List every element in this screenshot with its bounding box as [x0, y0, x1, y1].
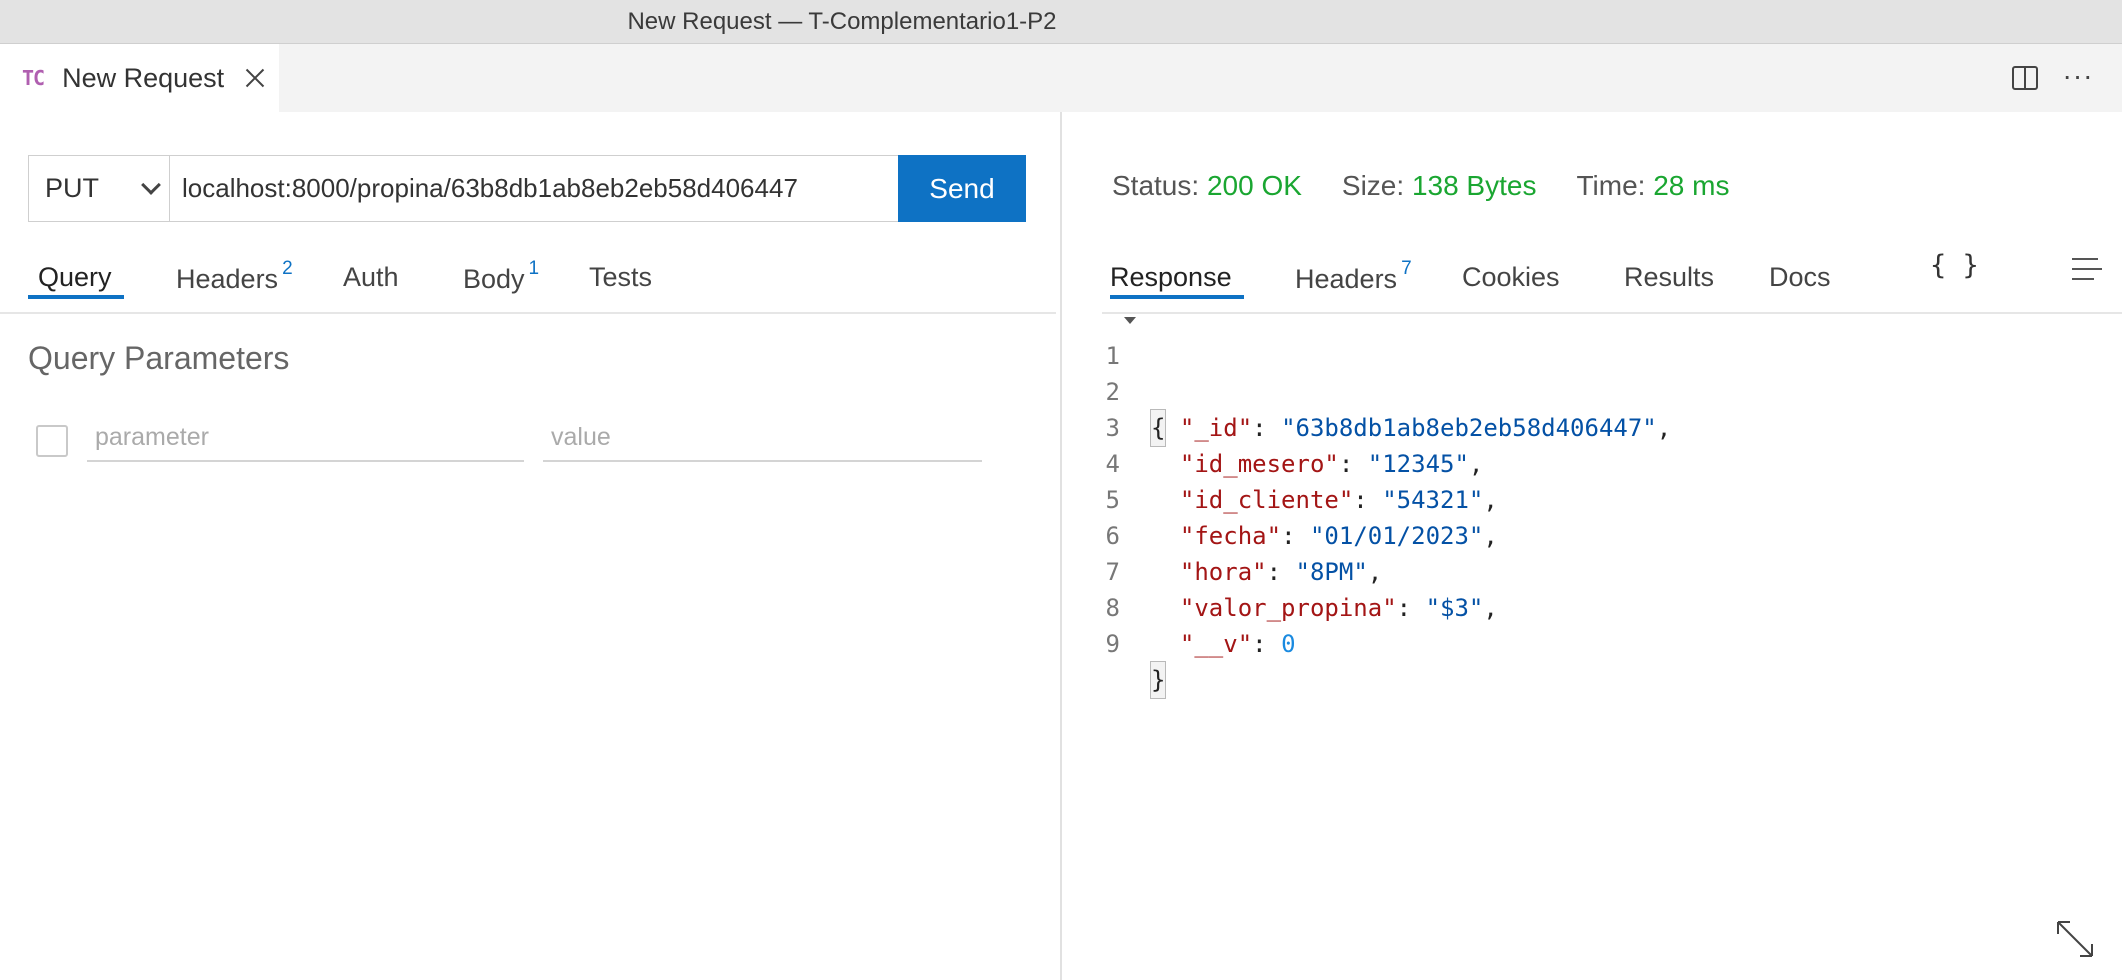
url-input[interactable]: localhost:8000/propina/63b8db1ab8eb2eb58…: [169, 155, 899, 222]
json-key: "__v": [1179, 630, 1253, 658]
window-titlebar: New Request — T-Complementario1-P2: [0, 0, 2122, 44]
status-label: Status:: [1112, 170, 1200, 201]
expand-icon[interactable]: [2056, 920, 2094, 958]
request-tabs: Query Headers 2 Auth Body 1 Tests: [0, 250, 1056, 314]
method-value: PUT: [45, 173, 99, 203]
time-value: 28 ms: [1653, 170, 1730, 201]
tab-docs[interactable]: Docs: [1769, 262, 1831, 293]
fold-arrow-icon[interactable]: [1124, 317, 1136, 324]
code-line: 8 "__v": 0: [1062, 554, 2062, 658]
split-editor-icon[interactable]: [2012, 66, 2038, 90]
size-value: 138 Bytes: [1411, 170, 1537, 201]
tab-tests[interactable]: Tests: [589, 262, 652, 293]
tab-headers[interactable]: Headers 2: [176, 258, 293, 295]
tab-query-label: Query: [38, 262, 112, 292]
tab-query[interactable]: Query: [38, 262, 112, 293]
tab-results-label: Results: [1624, 262, 1715, 292]
lines-icon[interactable]: [2072, 258, 2102, 280]
tab-headers-badge: 2: [282, 258, 293, 279]
window-title: New Request — T-Complementario1-P2: [627, 8, 1057, 35]
tab-body-label: Body: [463, 264, 525, 294]
tab-results[interactable]: Results: [1624, 262, 1714, 293]
tab-body[interactable]: Body 1: [463, 258, 539, 295]
tab-new-request[interactable]: TC New Request: [0, 44, 279, 112]
code-line: 6 "hora": "8PM",: [1062, 482, 2062, 586]
time-label: Time:: [1576, 170, 1646, 201]
response-body-viewer[interactable]: 1 { 2 "_id": "63b8db1ab8eb2eb58d406447",…: [1062, 302, 2062, 699]
json-value: 0: [1281, 630, 1296, 658]
parameter-input[interactable]: [87, 414, 524, 462]
json-entry: "__v": 0: [1179, 630, 1296, 658]
tab-headers-label: Headers: [176, 264, 279, 294]
tab-tests-label: Tests: [589, 262, 653, 292]
tab-response[interactable]: Response: [1110, 262, 1232, 293]
tab-body-badge: 1: [528, 258, 540, 279]
editor-tab-bar: TC New Request ···: [0, 44, 2122, 112]
code-line: 1 {: [1062, 302, 2062, 447]
tab-cookies[interactable]: Cookies: [1462, 262, 1560, 293]
tab-response-headers-badge: 7: [1401, 258, 1412, 279]
param-enable-checkbox[interactable]: [36, 425, 68, 457]
code-line: 9 }: [1062, 590, 2062, 699]
code-line: 5 "fecha": "01/01/2023",: [1062, 446, 2062, 550]
chevron-down-icon: [141, 175, 161, 195]
method-select[interactable]: PUT: [28, 155, 170, 222]
response-status-line: Status: 200 OK Size: 138 Bytes Time: 28 …: [1112, 170, 1769, 202]
size-label: Size:: [1341, 170, 1405, 201]
tab-response-label: Response: [1110, 262, 1232, 292]
code-line: 3 "id_mesero": "12345",: [1062, 374, 2062, 478]
tab-label: New Request: [62, 62, 225, 93]
code-line: 7 "valor_propina": "$3",: [1062, 518, 2062, 622]
json-close-brace: }: [1149, 661, 1167, 699]
tab-response-headers-label: Headers: [1295, 264, 1398, 294]
tab-response-headers[interactable]: Headers 7: [1295, 258, 1412, 295]
close-icon[interactable]: [244, 67, 266, 89]
status-value: 200 OK: [1206, 170, 1302, 201]
code-line: 2 "_id": "63b8db1ab8eb2eb58d406447",: [1062, 338, 2062, 442]
send-button[interactable]: Send: [898, 155, 1026, 222]
active-response-tab-indicator: [1110, 295, 1244, 299]
active-tab-indicator: [28, 295, 124, 299]
query-parameters-heading: Query Parameters: [28, 340, 290, 376]
line-number: 9: [1105, 630, 1120, 658]
tab-docs-label: Docs: [1769, 262, 1831, 292]
code-line: 4 "id_cliente": "54321",: [1062, 410, 2062, 514]
request-pane: PUT localhost:8000/propina/63b8db1ab8eb2…: [0, 112, 1060, 980]
more-actions-icon[interactable]: ···: [2060, 58, 2096, 94]
tab-cookies-label: Cookies: [1462, 262, 1560, 292]
tab-auth[interactable]: Auth: [343, 262, 399, 293]
thunder-client-icon: TC: [22, 66, 45, 90]
tab-auth-label: Auth: [343, 262, 399, 292]
braces-icon[interactable]: { }: [1930, 250, 1979, 281]
value-input[interactable]: [543, 414, 982, 462]
